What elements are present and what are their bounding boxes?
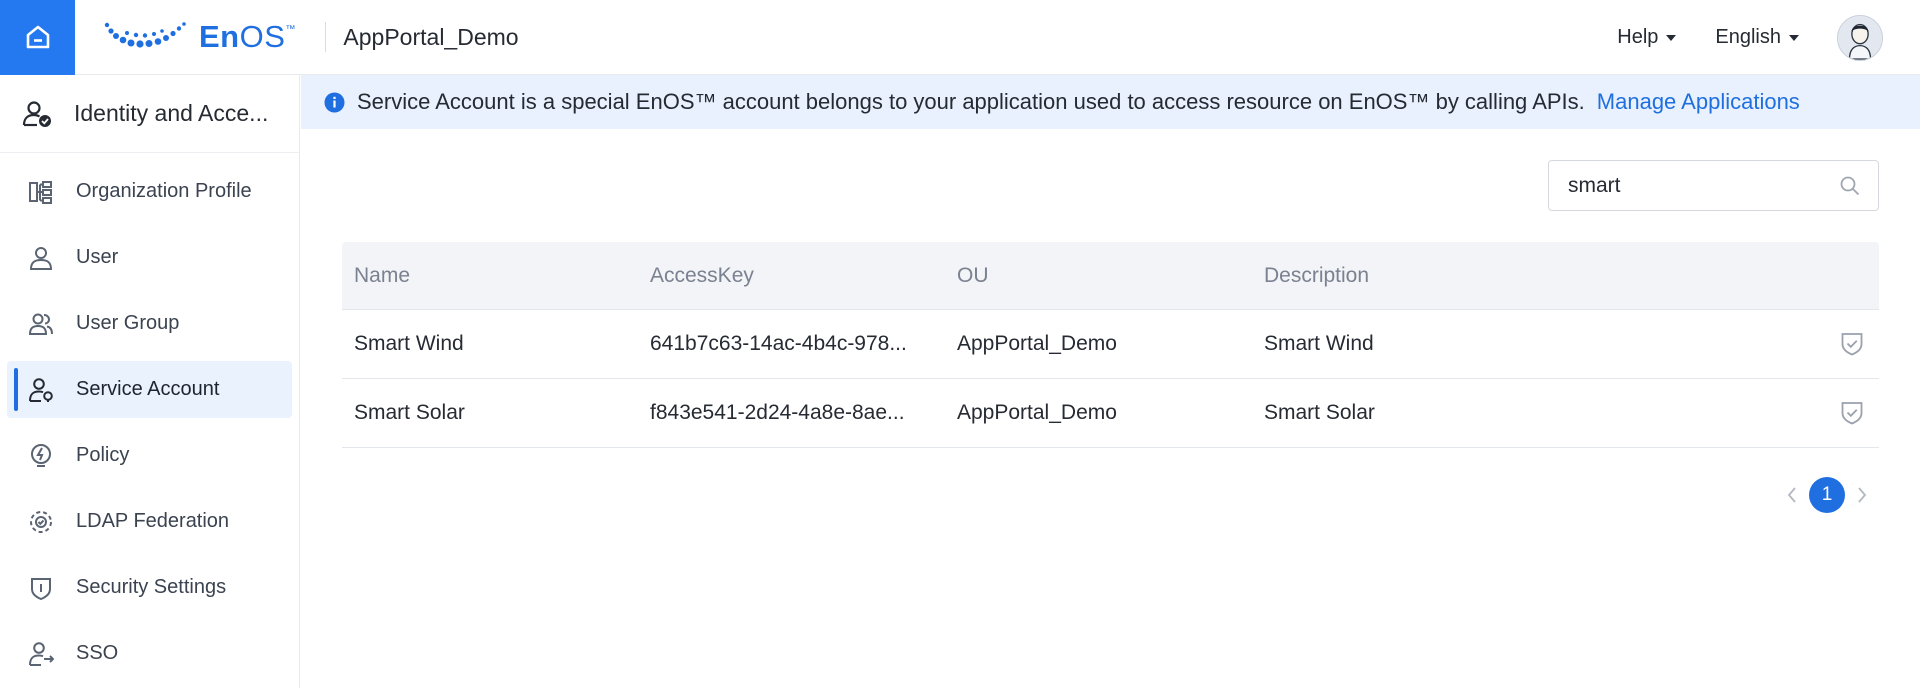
- manage-applications-link[interactable]: Manage Applications: [1597, 89, 1800, 115]
- sidebar-item-label: User: [76, 246, 119, 268]
- sidebar-item-service-account[interactable]: Service Account: [7, 361, 292, 418]
- user-avatar-icon: [1838, 15, 1882, 60]
- app-name: AppPortal_Demo: [343, 23, 519, 50]
- search-input[interactable]: [1568, 173, 1823, 198]
- sidebar-item-label: LDAP Federation: [76, 510, 230, 532]
- table-row[interactable]: Smart Solar f843e541-2d24-4a8e-8ae... Ap…: [342, 379, 1879, 448]
- enos-logo-dots-icon: [104, 22, 186, 48]
- sidebar-item-label: Service Account: [76, 378, 220, 400]
- caret-down-icon: [1789, 34, 1799, 41]
- cell-description: Smart Wind: [1264, 332, 1374, 355]
- pagination: 1: [1777, 477, 1877, 513]
- shield-check-icon[interactable]: [1840, 331, 1864, 357]
- table-row[interactable]: Smart Wind 641b7c63-14ac-4b4c-978... App…: [342, 310, 1879, 379]
- user-group-icon: [27, 310, 55, 338]
- org-profile-icon: [27, 178, 55, 206]
- cell-accesskey: f843e541-2d24-4a8e-8ae...: [650, 401, 905, 424]
- info-alert: Service Account is a special EnOS™ accou…: [301, 75, 1920, 129]
- home-icon: [26, 25, 49, 49]
- sidebar-item-label: User Group: [76, 312, 180, 334]
- column-header-description: Description: [1264, 263, 1370, 287]
- chevron-right-icon: [1858, 487, 1867, 503]
- cell-actions: [1824, 331, 1879, 357]
- sidebar: Identity and Acce... Organization Profil…: [0, 75, 300, 688]
- logo-text: EnOS: [199, 19, 286, 54]
- column-header-accesskey: AccessKey: [650, 263, 754, 287]
- sidebar-item-label: Organization Profile: [76, 180, 252, 202]
- caret-down-icon: [1666, 34, 1677, 41]
- column-header-ou: OU: [957, 263, 989, 287]
- sidebar-item-security-settings[interactable]: Security Settings: [7, 559, 292, 616]
- cell-name: Smart Solar: [354, 401, 465, 424]
- language-label: English: [1715, 26, 1781, 48]
- top-bar: EnOS ™ AppPortal_Demo Help English: [0, 0, 1920, 75]
- sidebar-item-label: SSO: [76, 642, 119, 664]
- sidebar-item-organization-profile[interactable]: Organization Profile: [7, 163, 292, 220]
- info-icon: [324, 92, 345, 112]
- main-content: Service Account is a special EnOS™ accou…: [301, 75, 1920, 688]
- sso-icon: [27, 640, 55, 668]
- service-account-table: Name AccessKey OU Description Smart Wind…: [342, 242, 1879, 448]
- identity-icon: [22, 100, 51, 127]
- sidebar-item-user-group[interactable]: User Group: [7, 295, 292, 352]
- cell-accesskey: 641b7c63-14ac-4b4c-978...: [650, 332, 907, 355]
- help-label: Help: [1617, 26, 1659, 48]
- alert-text: Service Account is a special EnOS™ accou…: [357, 89, 1585, 114]
- enos-logo[interactable]: EnOS ™: [103, 0, 295, 75]
- page-number-button[interactable]: 1: [1809, 477, 1845, 513]
- service-account-icon: [27, 376, 55, 404]
- cell-ou: AppPortal_Demo: [957, 401, 1117, 424]
- search-box[interactable]: [1548, 160, 1879, 211]
- prev-page-button[interactable]: [1777, 477, 1807, 513]
- table-header: Name AccessKey OU Description: [342, 242, 1879, 310]
- user-icon: [27, 244, 55, 272]
- header-divider: [325, 22, 327, 52]
- sidebar-header: Identity and Acce...: [0, 75, 299, 153]
- sidebar-item-policy[interactable]: Policy: [7, 427, 292, 484]
- shield-check-icon[interactable]: [1840, 400, 1864, 426]
- sidebar-item-user[interactable]: User: [7, 229, 292, 286]
- column-header-name: Name: [354, 263, 411, 287]
- cell-name: Smart Wind: [354, 332, 464, 355]
- search-icon[interactable]: [1839, 175, 1861, 197]
- cell-description: Smart Solar: [1264, 401, 1375, 424]
- ldap-icon: [27, 508, 55, 536]
- sidebar-title: Identity and Acce...: [74, 100, 269, 126]
- next-page-button[interactable]: [1847, 477, 1877, 513]
- sidebar-item-sso[interactable]: SSO: [7, 625, 292, 682]
- cell-actions: [1824, 400, 1879, 426]
- cell-ou: AppPortal_Demo: [957, 332, 1117, 355]
- help-menu[interactable]: Help: [1617, 26, 1677, 49]
- avatar[interactable]: [1837, 14, 1883, 61]
- sidebar-item-label: Policy: [76, 444, 130, 466]
- logo-trademark: ™: [285, 23, 296, 35]
- shield-icon: [27, 574, 55, 602]
- language-menu[interactable]: English: [1715, 26, 1799, 49]
- sidebar-item-ldap-federation[interactable]: LDAP Federation: [7, 493, 292, 550]
- sidebar-item-label: Security Settings: [76, 576, 227, 598]
- home-button[interactable]: [0, 0, 75, 75]
- chevron-left-icon: [1787, 487, 1796, 503]
- policy-icon: [27, 442, 55, 470]
